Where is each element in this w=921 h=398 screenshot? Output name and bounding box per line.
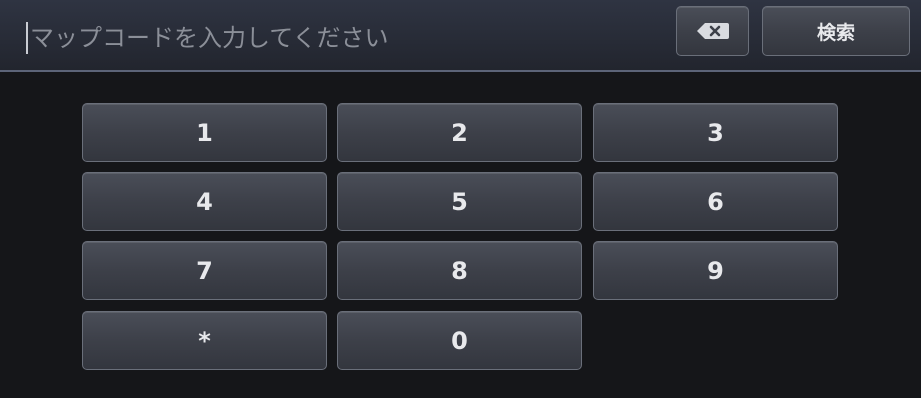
key-1[interactable]: 1 <box>82 103 327 162</box>
key-9[interactable]: 9 <box>593 241 838 300</box>
key-6[interactable]: 6 <box>593 172 838 231</box>
text-caret <box>26 22 28 54</box>
key-4[interactable]: 4 <box>82 172 327 231</box>
backspace-button[interactable] <box>676 6 749 56</box>
key-2[interactable]: 2 <box>337 103 582 162</box>
key-asterisk[interactable]: * <box>82 311 327 370</box>
search-button[interactable]: 検索 <box>762 6 910 56</box>
backspace-icon <box>696 23 729 39</box>
key-0[interactable]: 0 <box>337 311 582 370</box>
mapcode-input[interactable]: マップコードを入力してください <box>0 0 660 72</box>
key-8[interactable]: 8 <box>337 241 582 300</box>
mapcode-entry-screen: マップコードを入力してください 検索 1 2 3 4 5 6 7 8 9 * 0 <box>0 0 921 398</box>
input-bar: マップコードを入力してください 検索 <box>0 0 921 72</box>
key-5[interactable]: 5 <box>337 172 582 231</box>
mapcode-input-placeholder: マップコードを入力してください <box>30 24 389 52</box>
key-3[interactable]: 3 <box>593 103 838 162</box>
key-7[interactable]: 7 <box>82 241 327 300</box>
